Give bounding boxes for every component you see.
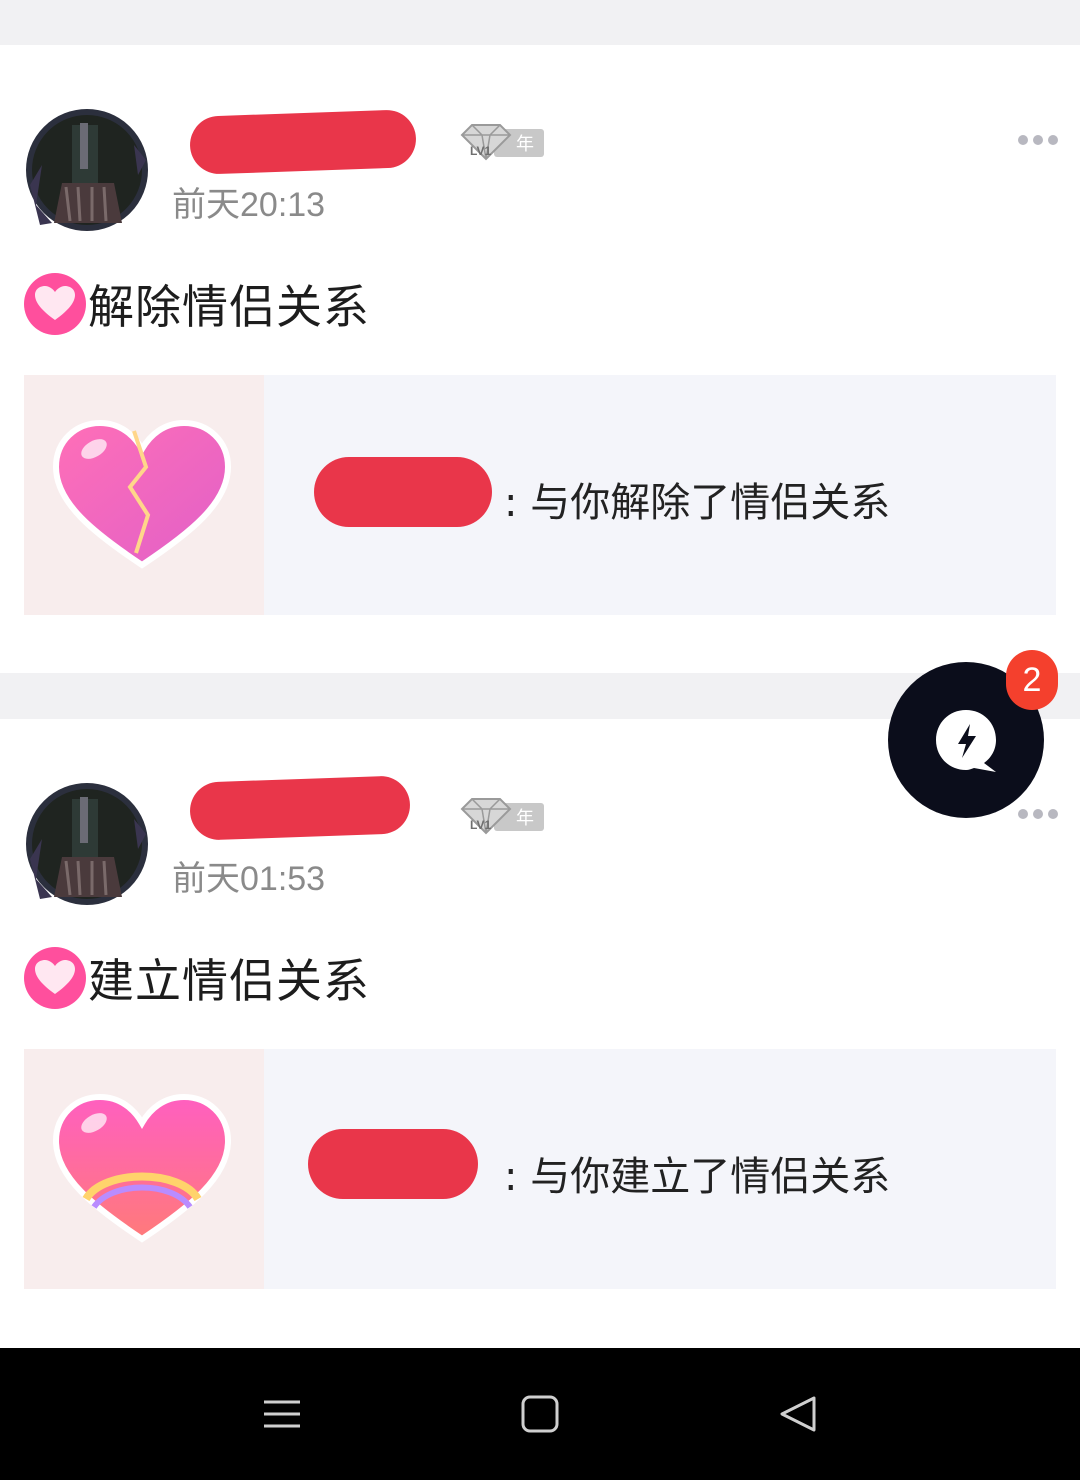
level-badge: LV1 年 — [458, 797, 546, 837]
partner-name-redacted — [308, 1129, 478, 1199]
post-title-row: 建立情侣关系 — [24, 945, 370, 1011]
svg-text:LV1: LV1 — [470, 144, 491, 158]
svg-text:LV1: LV1 — [470, 818, 491, 832]
broken-heart-icon — [24, 375, 264, 615]
home-square-icon[interactable] — [518, 1392, 562, 1436]
content-box[interactable]: : 与你解除了情侣关系 — [24, 375, 1056, 615]
feed-card-1[interactable]: LV1 年 前天20:13 解除情侣关系 : 与你解除了情侣关系 — [0, 45, 1080, 673]
menu-icon[interactable] — [260, 1392, 304, 1436]
post-time: 前天01:53 — [172, 860, 326, 898]
post-title: 建立情侣关系 — [88, 954, 370, 1008]
avatar[interactable] — [22, 105, 152, 235]
username-redacted — [189, 775, 411, 841]
content-text: : 与你建立了情侣关系 — [504, 1154, 891, 1200]
level-badge: LV1 年 — [458, 123, 546, 163]
more-options-icon[interactable] — [1018, 134, 1058, 146]
top-divider — [0, 0, 1080, 45]
post-title-row: 解除情侣关系 — [24, 271, 370, 337]
post-title: 解除情侣关系 — [88, 280, 370, 334]
heart-badge-icon — [24, 947, 86, 1009]
system-nav-bar — [0, 1348, 1080, 1480]
rainbow-heart-icon — [24, 1049, 264, 1289]
username-redacted — [189, 109, 417, 175]
avatar[interactable] — [22, 779, 152, 909]
notification-badge: 2 — [1006, 650, 1058, 710]
back-triangle-icon[interactable] — [776, 1392, 820, 1436]
content-text: : 与你解除了情侣关系 — [504, 480, 891, 526]
svg-text:年: 年 — [516, 134, 534, 155]
heart-badge-icon — [24, 273, 86, 335]
partner-name-redacted — [314, 457, 492, 527]
svg-text:年: 年 — [516, 808, 534, 829]
post-time: 前天20:13 — [172, 186, 326, 224]
content-box[interactable]: : 与你建立了情侣关系 — [24, 1049, 1056, 1289]
